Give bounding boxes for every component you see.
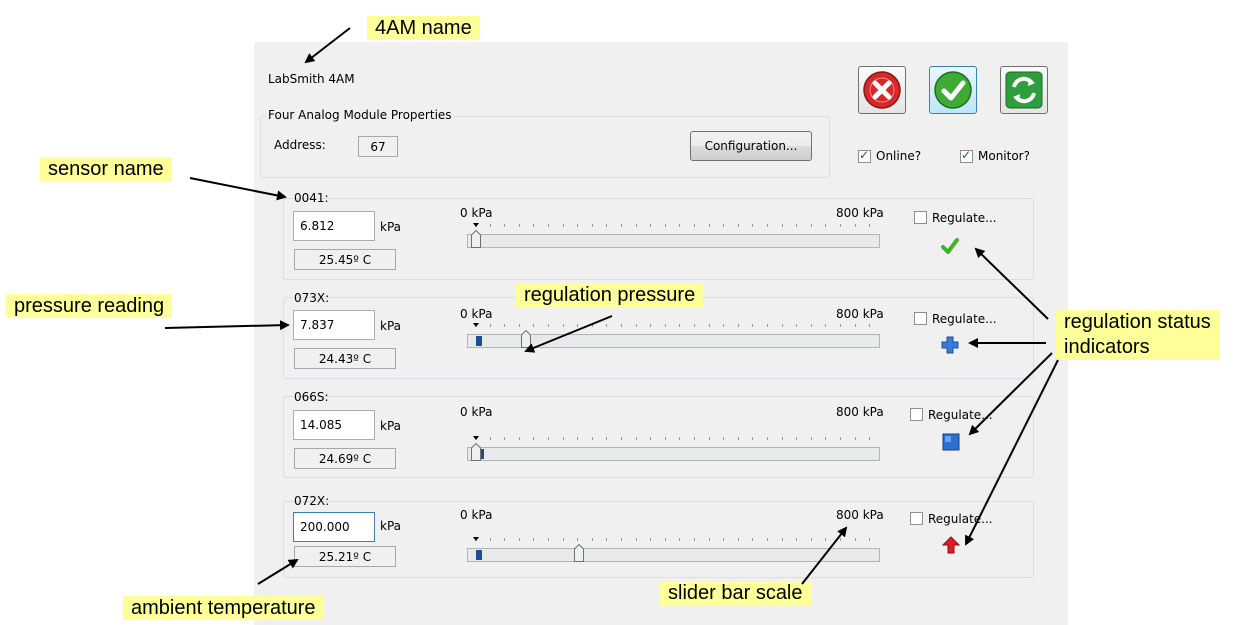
arrow-regulation-pressure [524, 315, 613, 353]
arrow-4am-name [304, 27, 351, 64]
annotation-arrows [164, 27, 1059, 585]
arrow-pressure-reading [164, 320, 290, 331]
arrow-sensor-name [189, 177, 287, 201]
arrow-status-4 [965, 359, 1059, 546]
arrow-status-1 [974, 247, 1049, 320]
arrow-ambient-temperature [257, 558, 299, 585]
arrow-slider-bar-scale [801, 526, 848, 585]
arrow-status-3 [968, 352, 1053, 436]
